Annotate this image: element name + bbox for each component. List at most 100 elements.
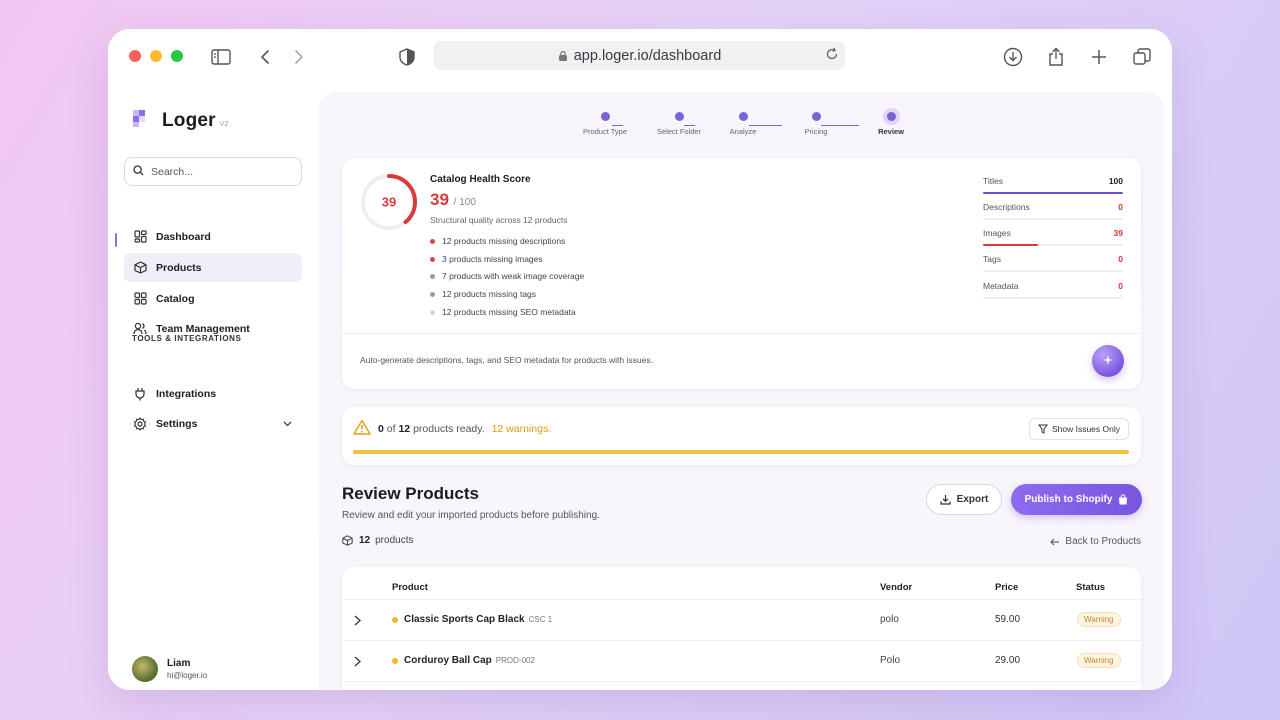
ready-suffix: products ready. [413,423,485,435]
auto-generate-button[interactable] [1092,345,1124,377]
sidebar-item-products[interactable]: Products [124,253,302,282]
back-label: Back to Products [1065,536,1141,547]
sidebar-item-catalog[interactable]: Catalog [124,284,302,313]
close-window-button[interactable] [129,50,141,62]
search-icon [133,164,144,179]
step-label: Pricing [804,127,828,136]
table-row[interactable]: Classic Sports Cap Black CSC 1 polo 59.00… [342,599,1141,640]
logo-icon [133,110,150,132]
ready-of: of [386,423,396,435]
metric-metadata: Metadata 0 [983,281,1123,299]
step-dot [811,112,821,121]
product-name[interactable]: Classic Sports Cap Black CSC 1 [404,614,552,625]
publish-label: Publish to Shopify [1024,494,1113,505]
metric-label: Tags [983,254,1001,264]
user-profile[interactable]: Liam hi@loger.io [132,656,207,682]
metric-titles: Titles 100 [983,176,1123,194]
issue-item: 12 products missing descriptions [430,236,565,246]
warnings-count: 12 warnings. [491,423,552,435]
issue-bullet [430,256,435,262]
back-arrow-icon[interactable] [254,46,276,68]
step-review[interactable]: Review [851,112,931,136]
search-placeholder: Search... [151,165,194,178]
metric-images: Images 39 [983,228,1123,246]
active-indicator [115,233,117,247]
column-header-status[interactable]: Status [1076,582,1105,593]
metric-track [983,297,1123,299]
minimize-window-button[interactable] [150,50,162,62]
back-to-products-link[interactable]: Back to Products [1050,536,1141,547]
maximize-window-button[interactable] [171,50,183,62]
health-score-value: 39 [430,190,449,209]
metric-value: 0 [1118,254,1123,264]
issue-item: 3 products missing images [430,254,543,264]
metric-fill [983,244,1038,246]
tabs-overview-icon[interactable] [1131,46,1153,68]
chevron-right-icon[interactable] [354,654,361,672]
gear-icon [132,416,148,432]
search-input[interactable]: Search... [124,157,302,186]
metric-track [983,244,1123,246]
status-badge: Warning [1077,653,1121,668]
issue-text: 12 products missing tags [442,289,537,299]
shopify-bag-icon [1118,494,1128,505]
download-icon [940,494,951,505]
readiness-text: 0 of 12 products ready. 12 warnings. [378,423,551,435]
ring-score-text: 39 [382,195,396,210]
step-product-type[interactable]: Product Type [565,112,645,136]
step-pricing[interactable]: Pricing [776,112,856,136]
export-button[interactable]: Export [926,484,1002,515]
issue-item: 12 products missing SEO metadata [430,307,576,317]
table-row[interactable] [342,681,1141,690]
readiness-progress-bar [353,450,1129,454]
product-price: 29.00 [995,655,1021,666]
metric-tags: Tags 0 [983,254,1123,272]
products-table: Product Vendor Price Status Classic Spor… [342,567,1141,690]
sidebar-item-dashboard[interactable]: Dashboard [124,222,302,251]
step-dot [886,112,896,121]
product-name[interactable]: Corduroy Ball Cap PROD-002 [404,655,535,666]
health-subtitle: Structural quality across 12 products [430,215,568,225]
address-bar[interactable]: app.loger.io/dashboard [434,41,845,70]
sidebar-toggle-icon[interactable] [210,46,232,68]
product-vendor: Polo [880,655,901,666]
export-label: Export [956,494,989,505]
catalog-health-card: 39 Catalog Health Score 39 / 100 Structu… [342,158,1141,389]
health-title: Catalog Health Score [430,174,531,185]
column-header-product[interactable]: Product [392,582,428,593]
brand[interactable]: Loger V2 [133,110,228,132]
chevron-right-icon[interactable] [354,613,361,631]
product-price: 59.00 [995,614,1021,625]
metric-value: 100 [1108,176,1123,186]
metric-label: Titles [983,176,1003,186]
metric-descriptions: Descriptions 0 [983,202,1123,220]
sidebar-item-settings[interactable]: Settings [124,409,302,438]
new-tab-icon[interactable] [1088,46,1110,68]
browser-toolbar: app.loger.io/dashboard [108,29,1172,85]
sidebar-item-integrations[interactable]: Integrations [124,379,302,408]
show-issues-only-button[interactable]: Show Issues Only [1028,418,1129,440]
ready-count: 0 [378,423,384,435]
metric-fill [983,192,1123,194]
shield-icon[interactable] [396,46,418,68]
product-name-text: Corduroy Ball Cap [404,655,492,666]
issue-text: 12 products missing descriptions [442,236,566,246]
reload-icon[interactable] [825,47,839,65]
step-analyze[interactable]: Analyze [703,112,783,136]
column-header-vendor[interactable]: Vendor [880,582,912,593]
column-header-price[interactable]: Price [995,582,1018,593]
user-name: Liam [167,658,191,669]
share-icon[interactable] [1045,46,1067,68]
status-badge: Warning [1077,612,1121,627]
page-subtitle: Review and edit your imported products b… [342,510,600,521]
metric-track [983,270,1123,272]
grid-icon [132,229,148,245]
publish-to-shopify-button[interactable]: Publish to Shopify [1011,484,1142,515]
product-vendor: polo [880,614,899,625]
forward-arrow-icon[interactable] [288,46,310,68]
download-icon[interactable] [1002,46,1024,68]
table-row[interactable]: Corduroy Ball Cap PROD-002 Polo 29.00 War… [342,640,1141,681]
page-title: Review Products [342,484,479,503]
chevron-down-icon[interactable] [283,418,292,430]
health-score-max: / 100 [453,197,476,208]
